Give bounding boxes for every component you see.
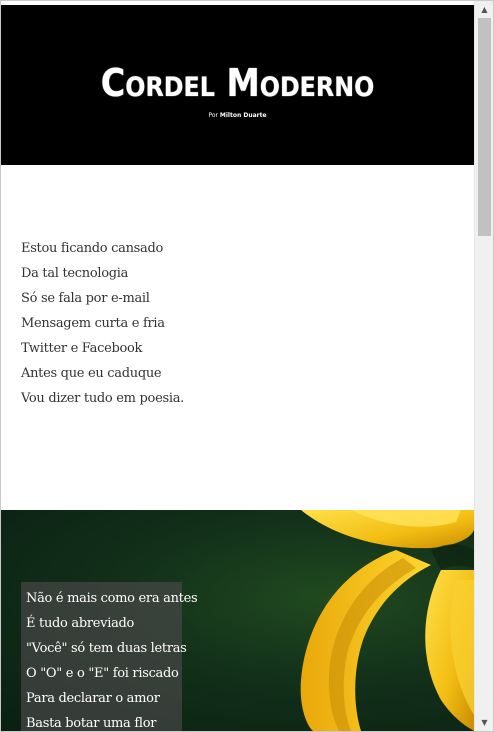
- scroll-up-arrow-icon[interactable]: ▲: [475, 1, 493, 18]
- browser-viewport: Cordel Moderno Por Milton Duarte Estou f…: [0, 0, 494, 732]
- stanza-2: Não é mais como era antes É tudo abrevia…: [26, 589, 198, 731]
- scroll-down-arrow-icon[interactable]: ▼: [475, 714, 493, 731]
- poem-section-2: Não é mais como era antes É tudo abrevia…: [1, 510, 474, 731]
- poem-line: Para declarar o amor: [26, 691, 160, 706]
- poem-line: Twitter e Facebook: [21, 341, 143, 356]
- stanza-1: Estou ficando cansado Da tal tecnologia …: [21, 239, 184, 414]
- poem-line: Da tal tecnologia: [21, 266, 129, 281]
- vertical-scrollbar[interactable]: ▲ ▼: [474, 1, 493, 731]
- poem-line: Antes que eu caduque: [21, 366, 162, 381]
- poem-line: Não é mais como era antes: [26, 591, 198, 606]
- poem-line: Estou ficando cansado: [21, 241, 164, 256]
- byline-prefix: Por: [208, 112, 218, 119]
- page-content: Cordel Moderno Por Milton Duarte Estou f…: [1, 1, 474, 731]
- poem-line: O "O" e o "E" foi riscado: [26, 666, 179, 681]
- poem-line: Basta botar uma flor: [26, 716, 157, 731]
- scrollbar-thumb[interactable]: [478, 18, 491, 236]
- poem-line: Vou dizer tudo em poesia.: [21, 391, 184, 406]
- byline-author: Milton Duarte: [219, 112, 267, 119]
- site-byline: Por Milton Duarte: [1, 112, 474, 120]
- poem-section-1: Estou ficando cansado Da tal tecnologia …: [1, 165, 474, 510]
- site-header: Cordel Moderno Por Milton Duarte: [1, 5, 474, 165]
- poem-line: É tudo abreviado: [26, 616, 135, 631]
- poem-line: Mensagem curta e fria: [21, 316, 165, 331]
- poem-line: "Você" só tem duas letras: [26, 641, 187, 656]
- poem-line: Só se fala por e-mail: [21, 291, 150, 306]
- site-title[interactable]: Cordel Moderno: [29, 61, 445, 105]
- stanza-2-box: Não é mais como era antes É tudo abrevia…: [21, 582, 198, 731]
